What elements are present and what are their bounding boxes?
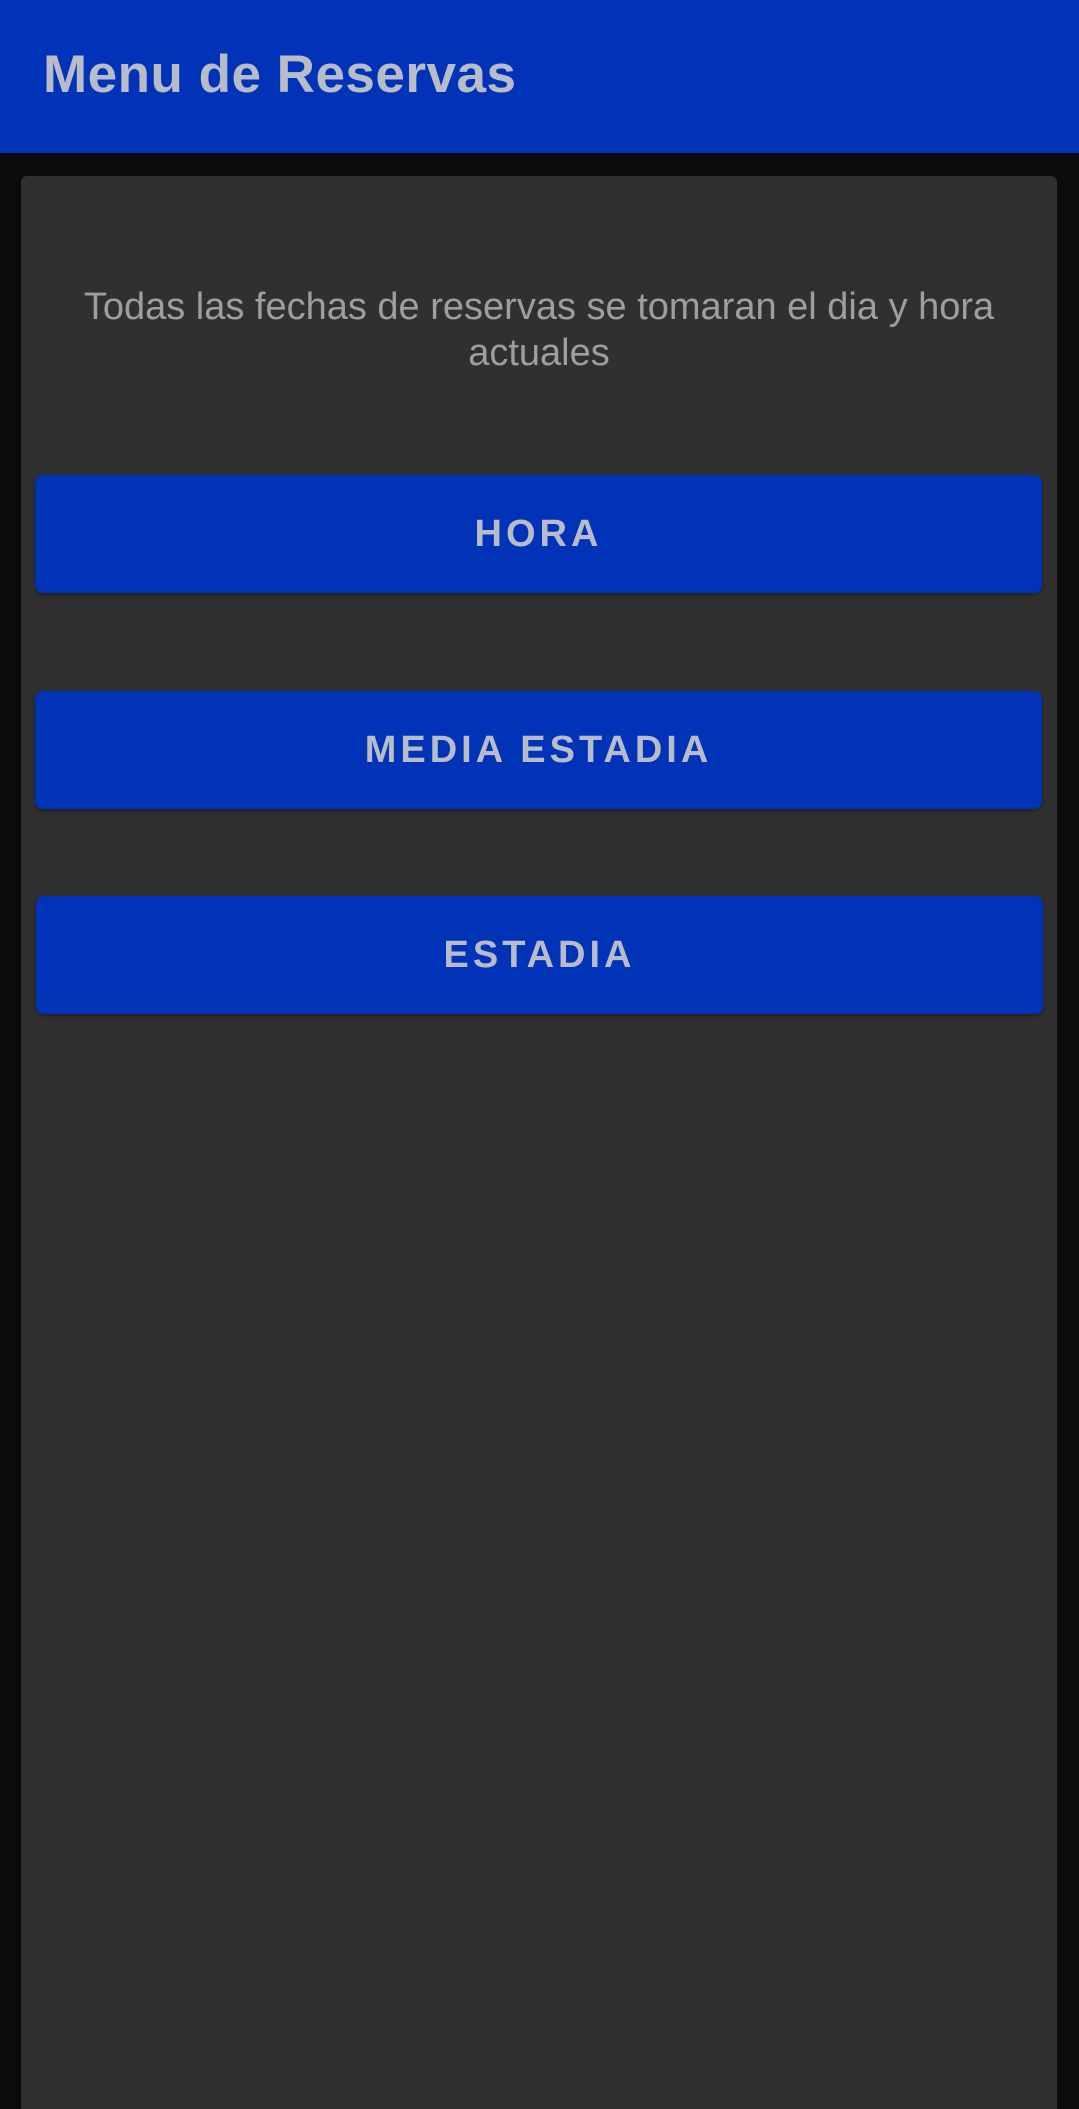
hora-button[interactable]: HORA bbox=[35, 475, 1042, 593]
media-estadia-button[interactable]: MEDIA ESTADIA bbox=[35, 691, 1042, 809]
app-bar: Menu de Reservas bbox=[0, 0, 1079, 153]
info-text: Todas las fechas de reservas se tomaran … bbox=[83, 286, 995, 374]
estadia-button[interactable]: ESTADIA bbox=[36, 896, 1043, 1014]
reservation-menu-card: Todas las fechas de reservas se tomaran … bbox=[21, 176, 1057, 2109]
page-title: Menu de Reservas bbox=[43, 45, 517, 104]
